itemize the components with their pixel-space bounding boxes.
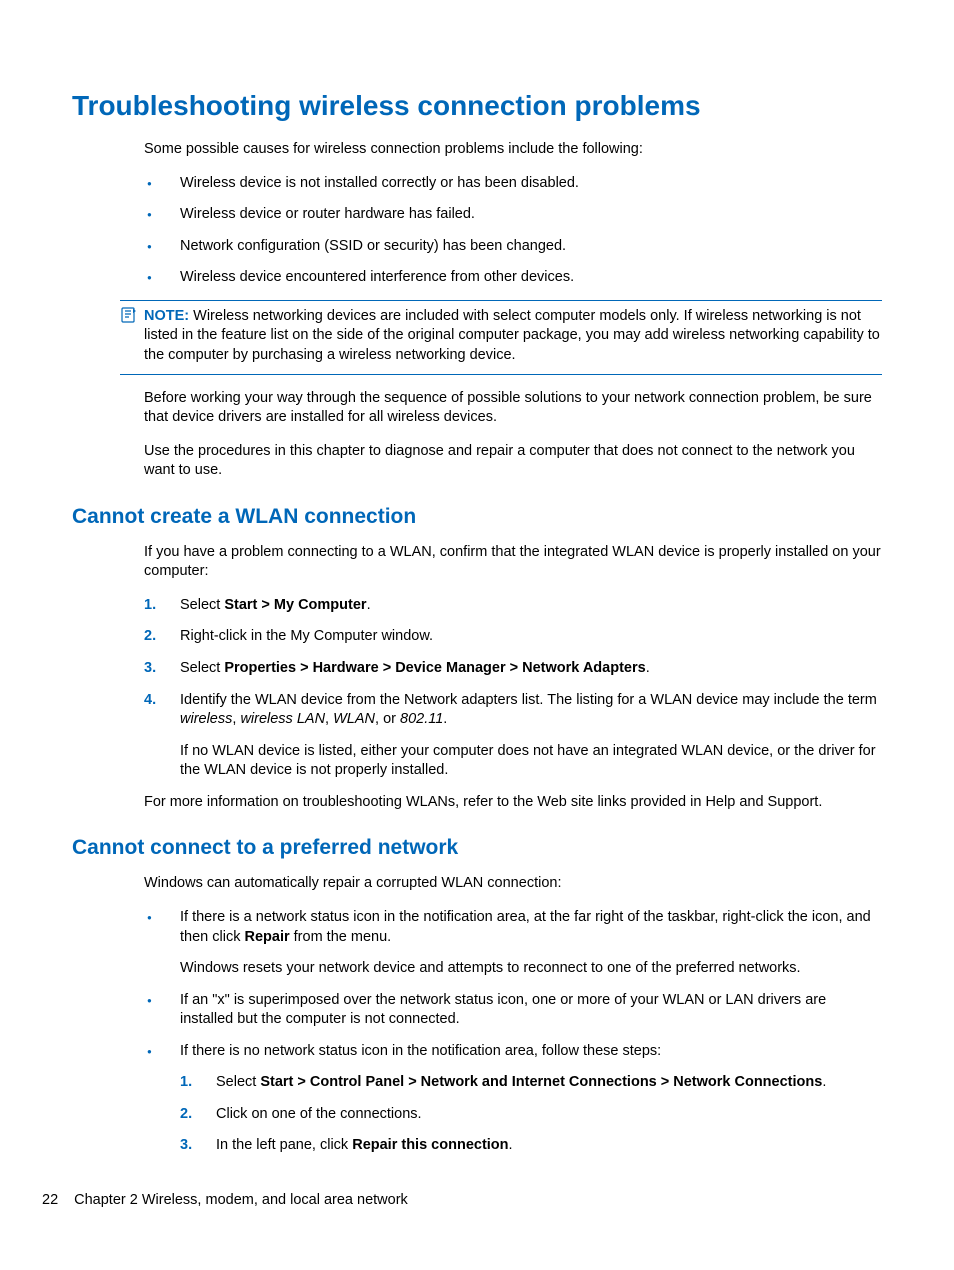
list-item: Wireless device is not installed correct… xyxy=(144,174,882,194)
body-text: Before working your way through the sequ… xyxy=(144,389,882,428)
list-item: Wireless device or router hardware has f… xyxy=(144,205,882,225)
step-bold: Start > My Computer xyxy=(224,597,366,613)
step-text: Select xyxy=(180,660,224,676)
step-text: , or xyxy=(375,711,400,727)
chapter-label: Chapter 2 Wireless, modem, and local are… xyxy=(74,1192,408,1208)
item-text: from the menu. xyxy=(290,929,392,945)
step-text: Select xyxy=(216,1074,260,1090)
step-text: In the left pane, click xyxy=(216,1137,352,1153)
page-footer: 22 Chapter 2 Wireless, modem, and local a… xyxy=(42,1192,408,1208)
step-text: Select xyxy=(180,597,224,613)
list-item: Select Start > My Computer. xyxy=(144,596,882,616)
section-intro: If you have a problem connecting to a WL… xyxy=(144,543,882,582)
list-item: If there is no network status icon in th… xyxy=(144,1042,882,1156)
note-text: Wireless networking devices are included… xyxy=(144,308,880,363)
section-title: Cannot connect to a preferred network xyxy=(72,836,882,860)
step-text: . xyxy=(367,597,371,613)
step-bold: Repair this connection xyxy=(352,1137,508,1153)
item-sub-text: Windows resets your network device and a… xyxy=(180,959,882,979)
list-item: In the left pane, click Repair this conn… xyxy=(180,1136,882,1156)
step-italic: 802.11 xyxy=(400,711,443,727)
step-text: , xyxy=(325,711,333,727)
step-italic: wireless LAN xyxy=(240,711,325,727)
preferred-network-list: If there is a network status icon in the… xyxy=(144,908,882,1156)
list-item: Select Start > Control Panel > Network a… xyxy=(180,1073,882,1093)
list-item: Select Properties > Hardware > Device Ma… xyxy=(144,659,882,679)
section-outro: For more information on troubleshooting … xyxy=(144,793,882,813)
list-item: Network configuration (SSID or security)… xyxy=(144,237,882,257)
step-text: Identify the WLAN device from the Networ… xyxy=(180,692,877,708)
list-item: Identify the WLAN device from the Networ… xyxy=(144,691,882,781)
nested-steps: Select Start > Control Panel > Network a… xyxy=(180,1073,882,1156)
wlan-steps: Select Start > My Computer. Right-click … xyxy=(144,596,882,781)
item-text: If there is no network status icon in th… xyxy=(180,1043,661,1059)
list-item: If there is a network status icon in the… xyxy=(144,908,882,979)
intro-text: Some possible causes for wireless connec… xyxy=(144,140,882,160)
note-label: NOTE: xyxy=(144,308,189,324)
step-text: . xyxy=(646,660,650,676)
page-number: 22 xyxy=(42,1192,58,1208)
note-box: NOTE: Wireless networking devices are in… xyxy=(120,300,882,375)
list-item: Wireless device encountered interference… xyxy=(144,268,882,288)
step-text: . xyxy=(443,711,447,727)
body-text: Use the procedures in this chapter to di… xyxy=(144,442,882,481)
page-title: Troubleshooting wireless connection prob… xyxy=(72,90,882,122)
section-title: Cannot create a WLAN connection xyxy=(72,505,882,529)
list-item: Right-click in the My Computer window. xyxy=(144,627,882,647)
step-italic: WLAN xyxy=(333,711,375,727)
step-text: . xyxy=(509,1137,513,1153)
list-item: Click on one of the connections. xyxy=(180,1105,882,1125)
step-italic: wireless xyxy=(180,711,232,727)
step-bold: Properties > Hardware > Device Manager >… xyxy=(224,660,645,676)
list-item: If an "x" is superimposed over the netwo… xyxy=(144,991,882,1030)
item-bold: Repair xyxy=(244,929,289,945)
section-intro: Windows can automatically repair a corru… xyxy=(144,874,882,894)
step-bold: Start > Control Panel > Network and Inte… xyxy=(260,1074,822,1090)
causes-list: Wireless device is not installed correct… xyxy=(144,174,882,288)
step-sub-text: If no WLAN device is listed, either your… xyxy=(180,742,882,781)
step-text: . xyxy=(822,1074,826,1090)
note-icon xyxy=(120,307,138,323)
